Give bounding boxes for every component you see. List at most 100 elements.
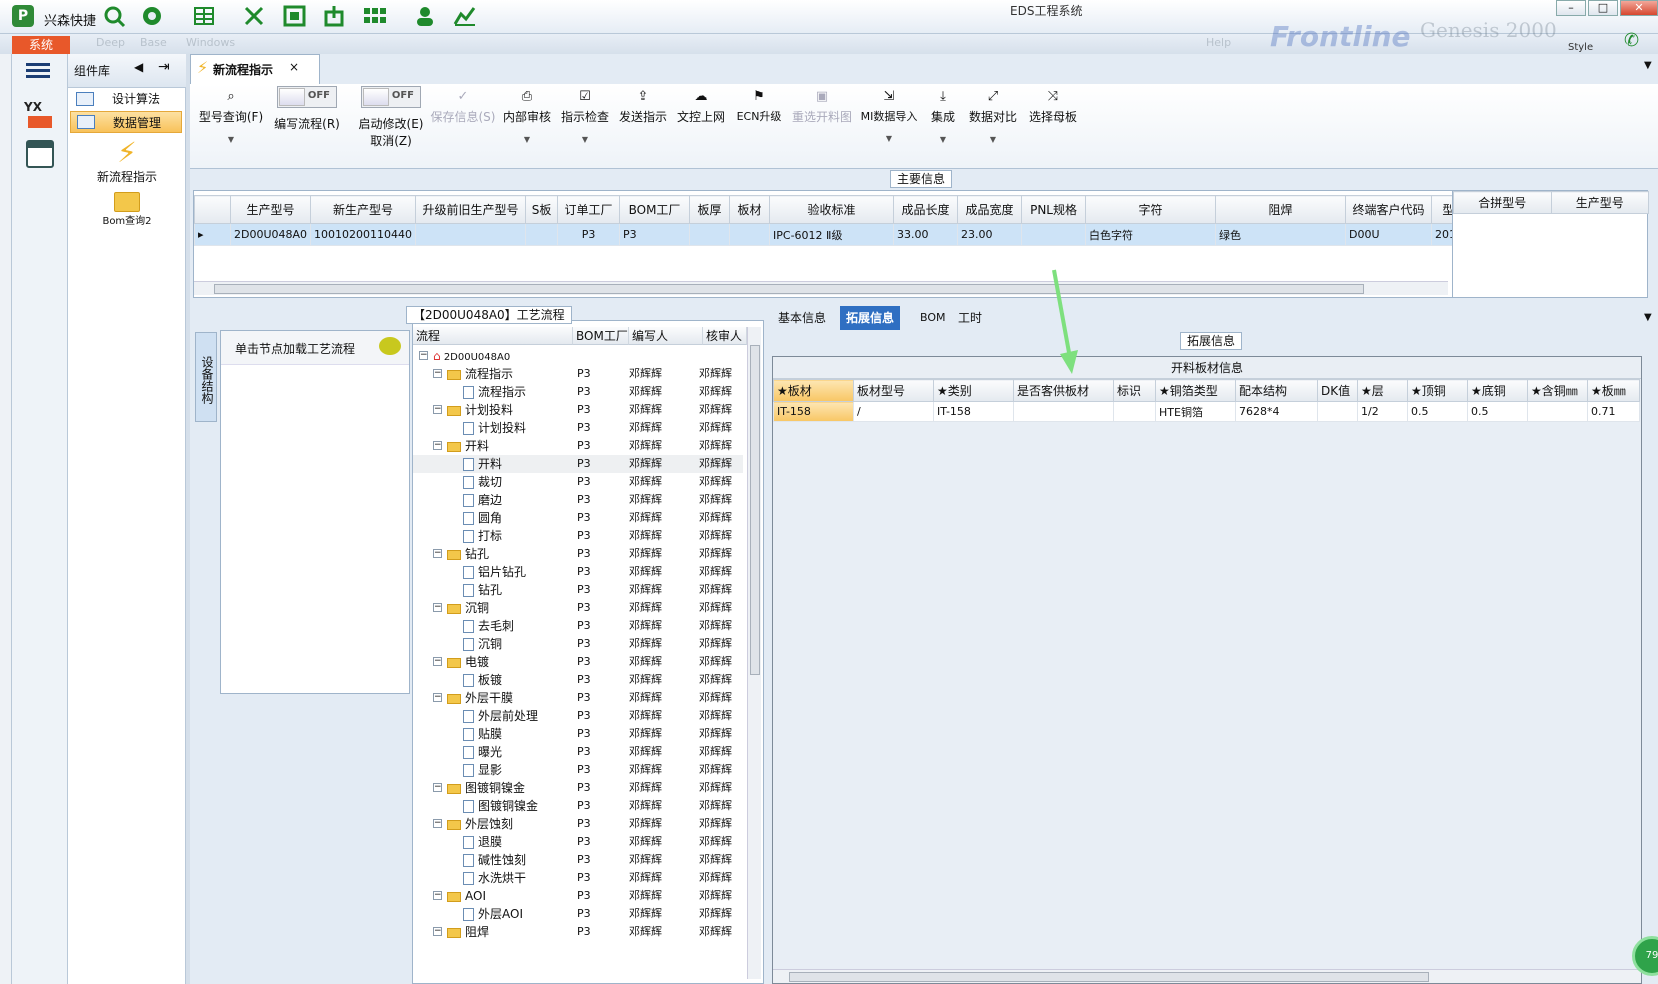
tree-item-row[interactable]: 打标 P3 邓辉辉 邓辉辉 xyxy=(413,527,743,545)
scrollbar-thumb[interactable] xyxy=(214,284,1364,294)
tree-item-row[interactable]: 沉铜 P3 邓辉辉 邓辉辉 xyxy=(413,635,743,653)
integrate-button[interactable]: ⤓ 集成 ▼ xyxy=(928,86,958,164)
table-cell[interactable]: P3 xyxy=(557,223,621,246)
table-cell[interactable]: 0.71 xyxy=(1587,401,1640,422)
tree-folder-row[interactable]: − 图镀铜镍金 P3 邓辉辉 邓辉辉 xyxy=(413,779,743,797)
table-cell[interactable]: D00U xyxy=(1345,223,1433,246)
column-header[interactable]: 成品长度 xyxy=(893,195,959,224)
column-header[interactable]: 编写人 xyxy=(629,327,703,345)
table-cell[interactable]: IT-158 xyxy=(933,401,1014,422)
tree-folder-row[interactable]: − 流程指示 P3 邓辉辉 邓辉辉 xyxy=(413,365,743,383)
model-query-button[interactable]: ⌕ 型号查询(F) ▼ xyxy=(196,86,266,164)
table-cell[interactable]: 23.00 xyxy=(957,223,1023,246)
table-cell[interactable]: HTE铜箔 xyxy=(1155,401,1236,422)
column-header[interactable]: 是否客供板材 xyxy=(1013,379,1114,402)
calendar-icon[interactable] xyxy=(26,140,54,168)
tree-item-row[interactable]: 碱性蚀刻 P3 邓辉辉 邓辉辉 xyxy=(413,851,743,869)
column-header[interactable]: ★层 xyxy=(1357,379,1408,402)
table-cell[interactable]: IT-158 xyxy=(773,401,854,422)
column-header[interactable]: BOM工厂 xyxy=(573,327,629,345)
table-cell[interactable]: P3 xyxy=(619,223,691,246)
tree-item-row[interactable]: 铝片钻孔 P3 邓辉辉 邓辉辉 xyxy=(413,563,743,581)
grid-icon[interactable] xyxy=(192,4,218,28)
table-cell[interactable] xyxy=(729,223,771,246)
tree-folder-row[interactable]: − 外层蚀刻 P3 邓辉辉 邓辉辉 xyxy=(413,815,743,833)
tree-item-row[interactable]: 板镀 P3 邓辉辉 邓辉辉 xyxy=(413,671,743,689)
tree-item-row[interactable]: 曝光 P3 邓辉辉 邓辉辉 xyxy=(413,743,743,761)
column-header[interactable]: 订单工厂 xyxy=(557,195,621,224)
internal-review-button[interactable]: ⎙ 内部审核 ▼ xyxy=(502,86,552,164)
phone-icon[interactable]: ✆ xyxy=(1624,30,1646,52)
collapse-toggle-icon[interactable]: − xyxy=(433,441,442,450)
table-cell[interactable] xyxy=(689,223,731,246)
minimize-button[interactable]: – xyxy=(1556,0,1586,16)
tree-folder-row[interactable]: − 计划投料 P3 邓辉辉 邓辉辉 xyxy=(413,401,743,419)
tree-folder-row[interactable]: − AOI P3 邓辉辉 邓辉辉 xyxy=(413,887,743,905)
system-tab[interactable]: 系统 xyxy=(12,36,70,54)
tree-item-row[interactable]: 退膜 P3 邓辉辉 邓辉辉 xyxy=(413,833,743,851)
tab-menu-icon[interactable]: ▼ xyxy=(1644,312,1652,323)
select-mother-board-button[interactable]: ⤨ 选择母板 xyxy=(1028,86,1078,164)
table-cell[interactable] xyxy=(525,223,559,246)
scissors-icon[interactable] xyxy=(242,4,268,28)
row-selector-icon[interactable]: ▸ xyxy=(194,223,231,246)
launcher-bom-query[interactable]: Bom查询2 xyxy=(68,192,186,227)
collapse-toggle-icon[interactable]: − xyxy=(433,603,442,612)
user-icon[interactable] xyxy=(412,4,438,28)
column-header[interactable]: 流程 xyxy=(413,327,573,345)
column-header[interactable]: ★板㎜ xyxy=(1587,379,1640,402)
scrollbar-thumb[interactable] xyxy=(750,345,760,675)
start-modify-toggle[interactable]: OFF 启动修改(E) 取消(Z) xyxy=(356,86,426,164)
tree-item-row[interactable]: 水洗烘干 P3 邓辉辉 邓辉辉 xyxy=(413,869,743,887)
tree-folder-row[interactable]: − 阻焊 P3 邓辉辉 邓辉辉 xyxy=(413,923,743,941)
column-header[interactable]: ★顶铜 xyxy=(1407,379,1468,402)
table-cell[interactable]: 0.5 xyxy=(1467,401,1528,422)
table-cell[interactable]: 7628*4 xyxy=(1235,401,1318,422)
nav-item-design-algorithm[interactable]: 设计算法 xyxy=(70,88,182,110)
data-compare-button[interactable]: ⤢ 数据对比 ▼ xyxy=(968,86,1018,164)
ext-grid-scrollbar[interactable] xyxy=(773,969,1641,983)
tree-folder-row[interactable]: − 电镀 P3 邓辉辉 邓辉辉 xyxy=(413,653,743,671)
collapse-toggle-icon[interactable]: − xyxy=(433,819,442,828)
collapse-toggle-icon[interactable]: − xyxy=(433,891,442,900)
column-header[interactable]: 核审人 xyxy=(703,327,747,345)
table-cell[interactable] xyxy=(1527,401,1588,422)
column-header[interactable]: ★铜箔类型 xyxy=(1155,379,1236,402)
instruction-check-button[interactable]: ☑ 指示检查 ▼ xyxy=(560,86,610,164)
column-header[interactable]: BOM工厂 xyxy=(619,195,691,224)
tree-item-row[interactable]: 外层AOI P3 邓辉辉 邓辉辉 xyxy=(413,905,743,923)
column-header[interactable]: 升级前旧生产型号 xyxy=(415,195,527,224)
table-cell[interactable]: / xyxy=(853,401,934,422)
column-header[interactable]: ★板材 xyxy=(773,379,854,402)
tree-folder-row[interactable]: − 钻孔 P3 邓辉辉 邓辉辉 xyxy=(413,545,743,563)
tree-item-row[interactable]: 裁切 P3 邓辉辉 邓辉辉 xyxy=(413,473,743,491)
equipment-structure-tab[interactable]: 设备结构 xyxy=(195,332,217,422)
column-header[interactable]: PNL规格 xyxy=(1021,195,1087,224)
toggle-switch[interactable]: OFF xyxy=(361,86,421,108)
column-header[interactable]: 成品宽度 xyxy=(957,195,1023,224)
maximize-button[interactable]: □ xyxy=(1588,0,1618,16)
collapse-icon[interactable]: ◀ xyxy=(134,60,143,74)
tab-work-hours[interactable]: 工时 xyxy=(952,306,988,330)
collapse-toggle-icon[interactable]: − xyxy=(433,369,442,378)
column-header[interactable]: 字符 xyxy=(1085,195,1217,224)
table-row[interactable]: ▸ 2D00U048A0 10010200110440 P3 P3 IPC-60… xyxy=(194,223,1478,246)
column-header[interactable]: 新生产型号 xyxy=(310,195,417,224)
column-header[interactable]: DK值 xyxy=(1317,379,1358,402)
column-header[interactable]: 生产型号 xyxy=(1550,191,1649,214)
table-cell[interactable]: IPC-6012 Ⅱ级 xyxy=(769,223,895,246)
doc-control-online-button[interactable]: ☁ 文控上网 xyxy=(676,86,726,164)
send-instruction-button[interactable]: ⇪ 发送指示 xyxy=(618,86,668,164)
tree-folder-row[interactable]: − 沉铜 P3 邓辉辉 邓辉辉 xyxy=(413,599,743,617)
tab-bom[interactable]: BOM xyxy=(914,306,952,330)
tree-item-row[interactable]: 钻孔 P3 邓辉辉 邓辉辉 xyxy=(413,581,743,599)
table-cell[interactable] xyxy=(1113,401,1156,422)
tree-item-row[interactable]: 显影 P3 邓辉辉 邓辉辉 xyxy=(413,761,743,779)
collapse-toggle-icon[interactable]: − xyxy=(419,351,428,360)
column-header[interactable]: 阻焊 xyxy=(1215,195,1347,224)
tree-item-row[interactable]: 计划投料 P3 邓辉辉 邓辉辉 xyxy=(413,419,743,437)
toggle-switch[interactable]: OFF xyxy=(277,86,337,108)
table-cell[interactable] xyxy=(1013,401,1114,422)
hint-row[interactable]: 单击节点加载工艺流程 xyxy=(221,331,409,365)
tree-item-row[interactable]: 贴膜 P3 邓辉辉 邓辉辉 xyxy=(413,725,743,743)
